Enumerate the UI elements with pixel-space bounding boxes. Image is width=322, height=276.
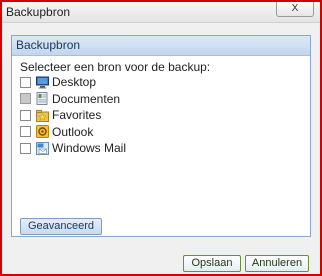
source-item-outlook[interactable]: Outlook — [20, 124, 126, 140]
documents-checkbox[interactable] — [20, 93, 31, 104]
desktop-icon — [36, 76, 49, 88]
documents-icon — [36, 92, 48, 105]
title-bar[interactable]: Backupbron X — [2, 2, 320, 23]
source-item-favorites[interactable]: Favorites — [20, 107, 126, 123]
save-button[interactable]: Opslaan — [183, 255, 241, 272]
source-list: Desktop Documenten Favorites Outlook Win… — [20, 74, 126, 157]
source-item-desktop[interactable]: Desktop — [20, 74, 126, 90]
source-prompt: Selecteer een bron voor de backup: — [20, 60, 211, 74]
backup-source-panel: Backupbron Selecteer een bron voor de ba… — [11, 35, 311, 237]
source-label-windows-mail: Windows Mail — [52, 141, 127, 155]
source-item-documents[interactable]: Documenten — [20, 91, 126, 107]
outlook-checkbox[interactable] — [20, 126, 31, 137]
window-title: Backupbron — [6, 5, 71, 19]
desktop-checkbox[interactable] — [20, 76, 31, 88]
cancel-button[interactable]: Annuleren — [245, 255, 309, 272]
windows-mail-icon — [36, 141, 49, 155]
windows-mail-checkbox[interactable] — [20, 142, 31, 154]
close-icon: X — [291, 3, 299, 14]
source-label-desktop: Desktop — [52, 75, 97, 89]
source-item-windows-mail[interactable]: Windows Mail — [20, 140, 126, 156]
outlook-icon — [36, 125, 49, 138]
advanced-button[interactable]: Geavanceerd — [20, 218, 102, 235]
source-label-favorites: Favorites — [52, 108, 102, 122]
close-button[interactable]: X — [276, 2, 314, 17]
favorites-checkbox[interactable] — [20, 109, 31, 121]
source-label-documents: Documenten — [52, 91, 121, 106]
panel-header: Backupbron — [12, 36, 310, 56]
source-label-outlook: Outlook — [52, 124, 94, 139]
favorites-icon — [36, 109, 49, 122]
backup-source-dialog: Backupbron X Backupbron Selecteer een br… — [0, 0, 322, 276]
